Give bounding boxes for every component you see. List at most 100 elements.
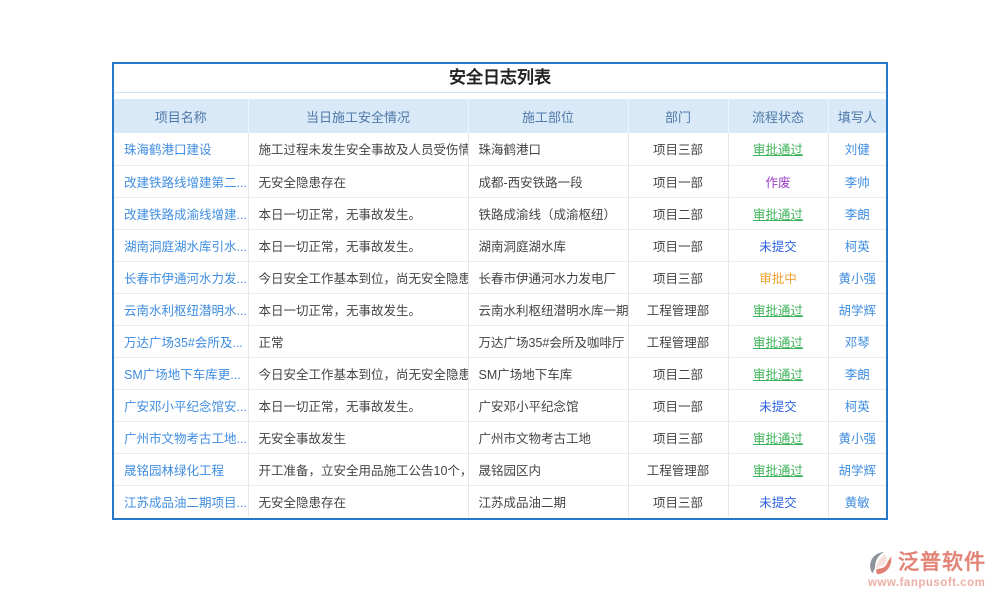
column-header-department: 部门: [628, 99, 728, 133]
situation-cell: 今日安全工作基本到位，尚无安全隐患...: [248, 357, 468, 389]
status-badge[interactable]: 未提交: [759, 240, 797, 254]
table-row[interactable]: 长春市伊通河水力发... 今日安全工作基本到位，尚无安全隐患... 长春市伊通河…: [114, 261, 886, 293]
project-name-link[interactable]: 湖南洞庭湖水库引水...: [124, 240, 247, 254]
location-cell: 铁路成渝线（成渝枢纽）: [468, 197, 628, 229]
status-badge[interactable]: 审批通过: [753, 464, 803, 478]
location-cell: 长春市伊通河水力发电厂: [468, 261, 628, 293]
table-row[interactable]: 珠海鹤港口建设 施工过程未发生安全事故及人员受伤情况 珠海鹤港口 项目三部 审批…: [114, 133, 886, 165]
table-row[interactable]: 云南水利枢纽潜明水... 本日一切正常，无事故发生。 云南水利枢纽潜明水库一期 …: [114, 293, 886, 325]
department-cell: 项目三部: [628, 421, 728, 453]
table-row[interactable]: 江苏成品油二期项目... 无安全隐患存在 江苏成品油二期 项目三部 未提交 黄敏: [114, 485, 886, 517]
department-cell: 项目一部: [628, 229, 728, 261]
project-name-link[interactable]: 万达广场35#会所及...: [124, 336, 243, 350]
table-row[interactable]: 改建铁路线增建第二... 无安全隐患存在 成都-西安铁路一段 项目一部 作废 李…: [114, 165, 886, 197]
status-badge[interactable]: 审批通过: [753, 336, 803, 350]
situation-cell: 本日一切正常，无事故发生。: [248, 197, 468, 229]
location-cell: 晟铭园区内: [468, 453, 628, 485]
table-row[interactable]: 广州市文物考古工地... 无安全事故发生 广州市文物考古工地 项目三部 审批通过…: [114, 421, 886, 453]
location-cell: 云南水利枢纽潜明水库一期: [468, 293, 628, 325]
project-name-link[interactable]: 珠海鹤港口建设: [124, 143, 212, 157]
situation-cell: 正常: [248, 325, 468, 357]
vendor-url-text: www.fanpusoft.com: [866, 577, 998, 589]
status-badge[interactable]: 审批通过: [753, 432, 803, 446]
column-header-writer: 填写人: [828, 99, 886, 133]
department-cell: 项目三部: [628, 133, 728, 165]
department-cell: 项目一部: [628, 165, 728, 197]
project-name-link[interactable]: 广州市文物考古工地...: [124, 432, 247, 446]
safety-log-panel: 安全日志列表 项目名称 当日施工安全情况 施工部位 部门 流程状态 填写人 珠海…: [112, 62, 888, 520]
location-cell: SM广场地下车库: [468, 357, 628, 389]
table-row[interactable]: SM广场地下车库更... 今日安全工作基本到位，尚无安全隐患... SM广场地下…: [114, 357, 886, 389]
fanpu-logo-icon: [866, 549, 895, 576]
writer-link[interactable]: 胡学辉: [838, 464, 876, 478]
writer-link[interactable]: 柯英: [845, 240, 870, 254]
department-cell: 项目三部: [628, 261, 728, 293]
column-header-situation: 当日施工安全情况: [248, 99, 468, 133]
status-badge[interactable]: 审批通过: [753, 208, 803, 222]
status-badge[interactable]: 审批通过: [753, 143, 803, 157]
location-cell: 万达广场35#会所及咖啡厅: [468, 325, 628, 357]
location-cell: 湖南洞庭湖水库: [468, 229, 628, 261]
log-table-body: 珠海鹤港口建设 施工过程未发生安全事故及人员受伤情况 珠海鹤港口 项目三部 审批…: [114, 133, 886, 517]
vendor-brand-text: 泛普软件: [898, 552, 986, 573]
writer-link[interactable]: 胡学辉: [838, 304, 876, 318]
situation-cell: 今日安全工作基本到位，尚无安全隐患...: [248, 261, 468, 293]
vendor-watermark: 泛普软件 www.fanpusoft.com: [866, 549, 998, 589]
department-cell: 项目二部: [628, 357, 728, 389]
location-cell: 江苏成品油二期: [468, 485, 628, 517]
table-row[interactable]: 晟铭园林绿化工程 开工准备，立安全用品施工公告10个，... 晟铭园区内 工程管…: [114, 453, 886, 485]
column-header-project: 项目名称: [114, 99, 248, 133]
situation-cell: 本日一切正常，无事故发生。: [248, 389, 468, 421]
status-badge[interactable]: 作废: [765, 176, 790, 190]
department-cell: 项目一部: [628, 389, 728, 421]
table-row[interactable]: 湖南洞庭湖水库引水... 本日一切正常，无事故发生。 湖南洞庭湖水库 项目一部 …: [114, 229, 886, 261]
writer-link[interactable]: 黄小强: [838, 272, 876, 286]
safety-log-table: 项目名称 当日施工安全情况 施工部位 部门 流程状态 填写人 珠海鹤港口建设 施…: [114, 99, 886, 517]
page: 安全日志列表 项目名称 当日施工安全情况 施工部位 部门 流程状态 填写人 珠海…: [0, 0, 1000, 600]
writer-link[interactable]: 黄小强: [838, 432, 876, 446]
status-badge[interactable]: 审批中: [759, 272, 797, 286]
project-name-link[interactable]: 云南水利枢纽潜明水...: [124, 304, 247, 318]
status-badge[interactable]: 审批通过: [753, 368, 803, 382]
project-name-link[interactable]: 改建铁路线增建第二...: [124, 176, 247, 190]
situation-cell: 本日一切正常，无事故发生。: [248, 229, 468, 261]
status-badge[interactable]: 未提交: [759, 496, 797, 510]
situation-cell: 开工准备，立安全用品施工公告10个，...: [248, 453, 468, 485]
location-cell: 珠海鹤港口: [468, 133, 628, 165]
situation-cell: 本日一切正常，无事故发生。: [248, 293, 468, 325]
writer-link[interactable]: 李帅: [845, 176, 870, 190]
project-name-link[interactable]: 改建铁路成渝线增建...: [124, 208, 247, 222]
location-cell: 广州市文物考古工地: [468, 421, 628, 453]
project-name-link[interactable]: 长春市伊通河水力发...: [124, 272, 247, 286]
situation-cell: 无安全隐患存在: [248, 485, 468, 517]
writer-link[interactable]: 刘健: [845, 143, 870, 157]
table-row[interactable]: 万达广场35#会所及... 正常 万达广场35#会所及咖啡厅 工程管理部 审批通…: [114, 325, 886, 357]
writer-link[interactable]: 李朗: [845, 368, 870, 382]
project-name-link[interactable]: 广安邓小平纪念馆安...: [124, 400, 247, 414]
department-cell: 项目三部: [628, 485, 728, 517]
situation-cell: 无安全隐患存在: [248, 165, 468, 197]
situation-cell: 施工过程未发生安全事故及人员受伤情况: [248, 133, 468, 165]
writer-link[interactable]: 黄敏: [845, 496, 870, 510]
status-badge[interactable]: 审批通过: [753, 304, 803, 318]
column-header-location: 施工部位: [468, 99, 628, 133]
department-cell: 工程管理部: [628, 325, 728, 357]
department-cell: 工程管理部: [628, 293, 728, 325]
table-header-row: 项目名称 当日施工安全情况 施工部位 部门 流程状态 填写人: [114, 99, 886, 133]
department-cell: 工程管理部: [628, 453, 728, 485]
situation-cell: 无安全事故发生: [248, 421, 468, 453]
page-title: 安全日志列表: [114, 64, 886, 93]
table-row[interactable]: 改建铁路成渝线增建... 本日一切正常，无事故发生。 铁路成渝线（成渝枢纽） 项…: [114, 197, 886, 229]
status-badge[interactable]: 未提交: [759, 400, 797, 414]
location-cell: 广安邓小平纪念馆: [468, 389, 628, 421]
writer-link[interactable]: 邓琴: [845, 336, 870, 350]
project-name-link[interactable]: 江苏成品油二期项目...: [124, 496, 247, 510]
writer-link[interactable]: 李朗: [845, 208, 870, 222]
table-row[interactable]: 广安邓小平纪念馆安... 本日一切正常，无事故发生。 广安邓小平纪念馆 项目一部…: [114, 389, 886, 421]
project-name-link[interactable]: 晟铭园林绿化工程: [124, 464, 224, 478]
column-header-status: 流程状态: [728, 99, 828, 133]
writer-link[interactable]: 柯英: [845, 400, 870, 414]
department-cell: 项目二部: [628, 197, 728, 229]
location-cell: 成都-西安铁路一段: [468, 165, 628, 197]
project-name-link[interactable]: SM广场地下车库更...: [124, 368, 241, 382]
